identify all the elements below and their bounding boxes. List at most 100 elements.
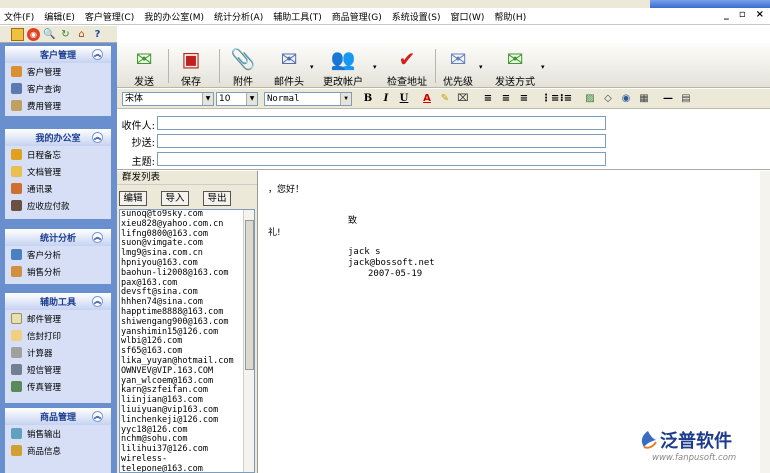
change-account-dropdown-icon[interactable]: ▾ (373, 63, 377, 71)
change-account-button[interactable]: 👥 更改帐户 (323, 47, 363, 88)
source-icon[interactable]: ▤ (679, 92, 693, 106)
sidebar-item-mail[interactable]: 邮件管理 (5, 310, 111, 327)
export-button[interactable]: 导出 (203, 191, 231, 206)
search-icon[interactable]: 🔍 (43, 28, 56, 41)
accounts-icon: 👥 (330, 47, 356, 71)
check-address-button[interactable]: ✔ 检查地址 (387, 47, 427, 88)
priority-dropdown-icon[interactable]: ▾ (479, 63, 483, 71)
send-button[interactable]: ✉ 发送 (131, 47, 157, 88)
collapse-icon[interactable]: ︽ (92, 49, 103, 60)
send-method-dropdown-icon[interactable]: ▾ (541, 63, 545, 71)
import-button[interactable]: 导入 (161, 191, 189, 206)
sidebar-item-contacts[interactable]: 通讯录 (5, 180, 111, 197)
sidebar-item-customer-analysis[interactable]: 客户分析 (5, 246, 111, 263)
underline-button[interactable]: U (397, 92, 411, 106)
sidebar-item-calculator[interactable]: 计算器 (5, 344, 111, 361)
minimize-button[interactable]: _ (724, 9, 729, 20)
stop-icon[interactable]: ◉ (27, 27, 40, 41)
sidebar-item-envelope-print[interactable]: 信封打印 (5, 327, 111, 344)
subject-label: 主题: (131, 157, 155, 168)
grid-icon (11, 428, 22, 439)
notebook-icon[interactable] (11, 27, 24, 41)
menu-customer[interactable]: 客户管理(C) (80, 10, 139, 23)
sidebar: 客户管理 ︽ 客户管理 客户查询 费用管理 我的办公室 ︽ 日程备忘 文档管理 通讯… (0, 43, 117, 473)
body-signer: jack s (348, 247, 381, 257)
attach-button[interactable]: 📎 附件 (230, 47, 256, 88)
sidebar-group-header[interactable]: 统计分析 ︽ (5, 229, 111, 246)
table-icon[interactable]: ▦ (637, 92, 651, 106)
menu-file[interactable]: 文件(F) (0, 10, 39, 23)
send-method-button[interactable]: ✉ 发送方式 (495, 47, 535, 88)
collapse-icon[interactable]: ︽ (92, 296, 103, 307)
mail-icon (11, 313, 22, 324)
body-greeting: ，您好！ (268, 185, 305, 195)
sidebar-item-expense[interactable]: 费用管理 (5, 97, 111, 114)
priority-button[interactable]: ✉ 优先级 (443, 47, 473, 88)
bullet-list-icon[interactable]: ⁝≡ (559, 92, 573, 106)
mail-header-dropdown-icon[interactable]: ▾ (310, 63, 314, 71)
globe-icon[interactable]: ◉ (619, 92, 633, 106)
sidebar-item-goods-info[interactable]: 商品信息 (5, 442, 111, 459)
align-left-icon[interactable]: ≡ (481, 92, 495, 106)
sidebar-item-customer-manage[interactable]: 客户管理 (5, 63, 111, 80)
sidebar-group-header[interactable]: 客户管理 ︽ (5, 46, 111, 63)
refresh-icon[interactable]: ↻ (59, 28, 72, 41)
home-icon[interactable]: ⌂ (75, 28, 88, 41)
sidebar-group-header[interactable]: 商品管理 ︽ (5, 408, 111, 425)
sidebar-group-office: 我的办公室 ︽ 日程备忘 文档管理 通讯录 应收应付款 (5, 129, 111, 219)
subject-input[interactable] (157, 152, 606, 166)
menu-help[interactable]: 帮助(H) (489, 10, 531, 23)
menu-stats[interactable]: 统计分析(A) (209, 10, 268, 23)
menu-tools[interactable]: 辅助工具(T) (268, 10, 327, 23)
menu-goods[interactable]: 商品管理(G) (327, 10, 387, 23)
sidebar-group-header[interactable]: 我的办公室 ︽ (5, 129, 111, 146)
priority-icon: ✉ (449, 47, 467, 71)
menu-office[interactable]: 我的办公室(M) (139, 10, 209, 23)
list-item[interactable]: telepone@163.com (120, 464, 254, 472)
menu-window[interactable]: 窗口(W) (446, 10, 490, 23)
edit-button[interactable]: 编辑 (119, 191, 147, 206)
sidebar-item-customer-query[interactable]: 客户查询 (5, 80, 111, 97)
sidebar-item-payments[interactable]: 应收应付款 (5, 197, 111, 214)
mail-header-button[interactable]: ✉ 邮件头 (274, 47, 304, 88)
align-right-icon[interactable]: ≡ (517, 92, 531, 106)
collapse-icon[interactable]: ︽ (92, 232, 103, 243)
sidebar-item-schedule[interactable]: 日程备忘 (5, 146, 111, 163)
horizontal-rule-icon[interactable]: — (661, 92, 675, 106)
collapse-icon[interactable]: ︽ (92, 132, 103, 143)
to-input[interactable] (157, 116, 606, 130)
close-button[interactable]: × (756, 9, 764, 20)
collapse-icon[interactable]: ︽ (92, 411, 103, 422)
italic-button[interactable]: I (379, 92, 393, 106)
help-icon[interactable]: ? (91, 28, 104, 41)
bold-button[interactable]: B (361, 92, 375, 106)
sidebar-item-sales-output[interactable]: 销售输出 (5, 425, 111, 442)
font-color-icon[interactable]: A (420, 92, 434, 106)
image-icon[interactable]: ▨ (583, 92, 597, 106)
clear-format-icon[interactable]: ⌧ (456, 92, 470, 106)
email-list[interactable]: sunoq@to9sky.com xieu828@yahoo.com.cn lifn… (119, 209, 255, 473)
sidebar-group-header[interactable]: 辅助工具 ︽ (5, 293, 111, 310)
sidebar-item-documents[interactable]: 文档管理 (5, 163, 111, 180)
align-center-icon[interactable]: ≡ (499, 92, 513, 106)
list-scrollbar[interactable] (243, 210, 254, 472)
save-button[interactable]: ▣ 保存 (178, 47, 204, 88)
sidebar-item-sms[interactable]: 短信管理 (5, 361, 111, 378)
menu-settings[interactable]: 系统设置(S) (387, 10, 446, 23)
sidebar-group-tools: 辅助工具 ︽ 邮件管理 信封打印 计算器 短信管理 传真管理 (5, 293, 111, 403)
style-select[interactable]: Normal ▼ (264, 92, 352, 106)
font-size-select[interactable]: 10 ▼ (216, 92, 258, 106)
menu-bar: 文件(F) 编辑(E) 客户管理(C) 我的办公室(M) 统计分析(A) 辅助工… (0, 8, 770, 25)
font-select[interactable]: 宋体 ▼ (122, 92, 214, 106)
restore-button[interactable]: ▫ (739, 9, 746, 20)
sidebar-item-fax[interactable]: 传真管理 (5, 378, 111, 395)
highlight-icon[interactable]: ✎ (438, 92, 452, 106)
calculator-icon (11, 347, 22, 358)
menu-edit[interactable]: 编辑(E) (39, 10, 80, 23)
sidebar-item-sales-analysis[interactable]: 销售分析 (5, 263, 111, 280)
cc-input[interactable] (157, 134, 606, 148)
scroll-thumb[interactable] (245, 220, 254, 370)
numbered-list-icon[interactable]: ⋮≡ (541, 92, 559, 106)
mail-header-form: 收件人: 抄送: 主题: (117, 110, 770, 170)
diamond-icon[interactable]: ◇ (601, 92, 615, 106)
